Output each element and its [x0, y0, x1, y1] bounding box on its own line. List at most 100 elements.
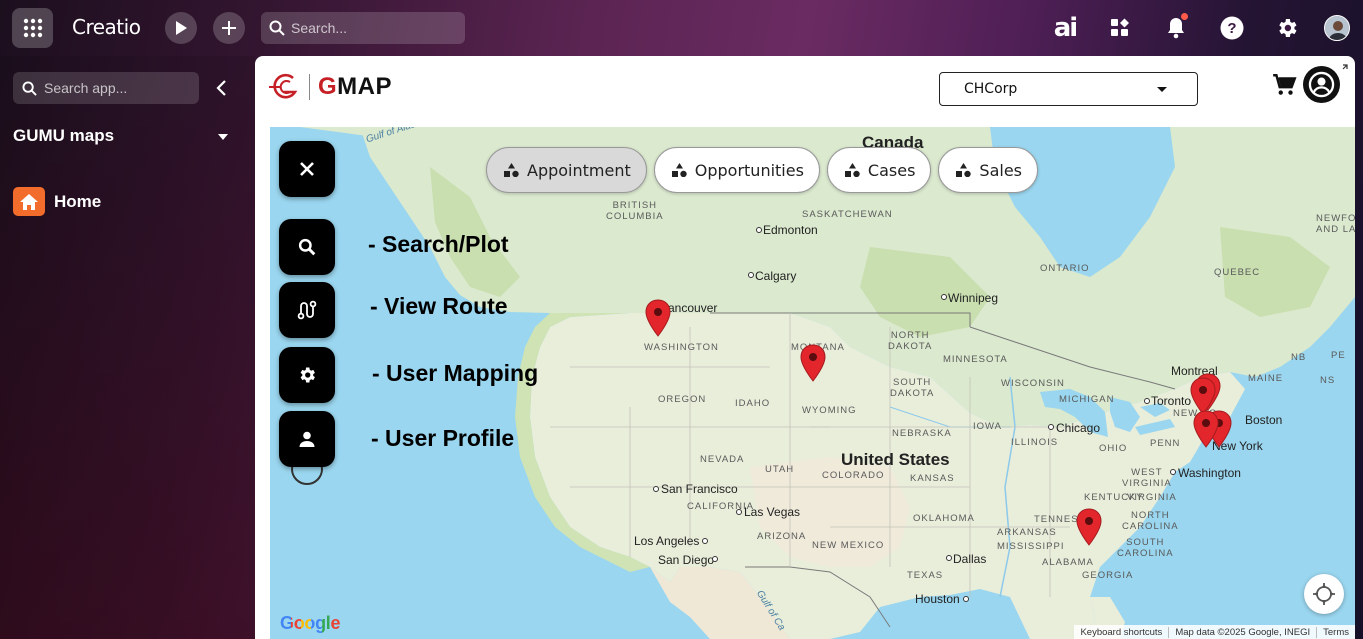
city-dot-edmonton: [756, 227, 762, 233]
label-san-diego: San Diego: [658, 553, 715, 567]
creatio-logo[interactable]: Creatio: [72, 15, 141, 39]
cart-icon[interactable]: [1271, 72, 1297, 98]
label-nb: NB: [1291, 352, 1307, 363]
caret-down-icon[interactable]: [218, 134, 228, 140]
user-avatar[interactable]: [1324, 15, 1350, 41]
city-dot-toronto: [1144, 398, 1150, 404]
label-washington-dc: Washington: [1178, 466, 1241, 480]
label-south-carolina: SOUTH CAROLINA: [1117, 537, 1174, 559]
city-dot-dallas: [946, 555, 952, 561]
label-georgia: GEORGIA: [1082, 570, 1134, 581]
gear-icon: [1279, 19, 1297, 37]
keyboard-shortcuts-link[interactable]: Keyboard shortcuts: [1074, 627, 1168, 638]
label-quebec: QUEBEC: [1214, 267, 1261, 278]
label-virginia: VIRGINIA: [1127, 492, 1177, 503]
label-saskatchewan: SASKATCHEWAN: [802, 209, 893, 220]
label-san-francisco: San Francisco: [661, 482, 738, 496]
run-process-button[interactable]: [165, 12, 197, 44]
main-panel: GMAP CHCorp Canada United States Gulf of…: [255, 56, 1355, 639]
label-las-vegas: Las Vegas: [744, 505, 801, 519]
section-title[interactable]: GUMU maps: [13, 126, 114, 146]
close-menu-button[interactable]: [279, 141, 335, 197]
label-pei: PE: [1331, 350, 1346, 361]
label-ns: NS: [1320, 375, 1336, 386]
city-dot-houston: [963, 596, 969, 602]
svg-text:?: ?: [1227, 20, 1236, 37]
label-wisconsin: WISCONSIN: [1001, 378, 1065, 389]
gmap-logo-icon: [269, 73, 298, 99]
chip-opportunities[interactable]: Opportunities: [653, 147, 820, 193]
close-icon: [300, 162, 314, 176]
account-button[interactable]: [1303, 66, 1340, 103]
view-route-button[interactable]: [279, 282, 335, 338]
notification-badge: [1181, 13, 1188, 20]
appointment-pin[interactable]: [799, 344, 827, 382]
chip-sales[interactable]: Sales: [938, 147, 1039, 193]
label-penn: PENN: [1150, 438, 1181, 449]
label-kansas: KANSAS: [910, 473, 955, 484]
label-wyoming: WYOMING: [802, 405, 857, 416]
notifications-button[interactable]: [1160, 12, 1192, 44]
map-attribution: Keyboard shortcuts Map data ©2025 Google…: [1074, 625, 1355, 639]
help-button[interactable]: ?: [1216, 12, 1248, 44]
sidebar: GUMU maps Home: [0, 56, 255, 639]
label-west-virginia: WEST VIRGINIA: [1122, 467, 1172, 489]
ai-button[interactable]: ai: [1049, 12, 1081, 44]
appointment-pin[interactable]: [644, 299, 672, 337]
app-launcher-button[interactable]: [12, 8, 53, 48]
label-arizona: ARIZONA: [757, 531, 807, 542]
app-search[interactable]: [13, 72, 199, 104]
map-canvas[interactable]: Canada United States Gulf of Alaska Gulf…: [270, 127, 1355, 639]
chip-appointment[interactable]: Appointment: [486, 147, 647, 193]
play-icon: [176, 21, 187, 35]
global-search[interactable]: [261, 12, 465, 44]
city-dot-calgary: [748, 272, 754, 278]
search-plot-button[interactable]: [279, 219, 335, 275]
label-iowa: IOWA: [973, 421, 1002, 432]
top-bar: Creatio ai ?: [0, 0, 1363, 56]
person-icon: [299, 431, 315, 447]
label-edmonton: Edmonton: [763, 223, 818, 237]
global-search-input[interactable]: [291, 20, 451, 36]
settings-button[interactable]: [1271, 12, 1303, 44]
account-circle-icon: [1308, 71, 1335, 98]
label-vancouver: ancouver: [668, 301, 718, 315]
appointment-pin[interactable]: [1192, 410, 1220, 448]
label-nevada: NEVADA: [700, 454, 745, 465]
terms-link[interactable]: Terms: [1316, 626, 1355, 638]
user-mapping-button[interactable]: [279, 347, 335, 403]
record-type-chips: Appointment Opportunities Cases Sales: [486, 147, 1039, 193]
app-search-input[interactable]: [44, 80, 194, 96]
expand-icon[interactable]: [1338, 64, 1348, 74]
chip-cases[interactable]: Cases: [826, 147, 932, 193]
label-united-states: United States: [841, 450, 950, 469]
bell-icon: [1168, 18, 1184, 39]
shapes-icon: [671, 163, 687, 177]
search-plot-label: - Search/Plot: [368, 231, 509, 257]
search-icon: [22, 80, 37, 96]
label-washington: WASHINGTON: [644, 342, 719, 353]
label-ontario: ONTARIO: [1040, 263, 1090, 274]
org-select[interactable]: CHCorp: [939, 72, 1198, 106]
label-maine: MAINE: [1248, 373, 1284, 384]
city-dot-san-diego: [712, 556, 718, 562]
user-profile-button[interactable]: [279, 411, 335, 467]
label-houston: Houston: [915, 592, 960, 606]
city-dot-las-vegas: [736, 509, 742, 515]
ai-icon: ai: [1053, 13, 1079, 43]
label-nebraska: NEBRASKA: [892, 428, 952, 439]
label-dallas: Dallas: [953, 552, 987, 566]
collapse-sidebar-icon[interactable]: [212, 78, 232, 98]
add-button[interactable]: [213, 12, 245, 44]
search-icon: [269, 20, 285, 36]
route-icon: [297, 300, 317, 320]
label-calgary: Calgary: [755, 269, 797, 283]
label-newfoundland: NEWFOU AND LAB: [1316, 213, 1355, 235]
sidebar-item-home[interactable]: Home: [13, 187, 101, 216]
label-chicago: Chicago: [1056, 421, 1101, 435]
widgets-button[interactable]: [1104, 12, 1136, 44]
label-alabama: ALABAMA: [1042, 557, 1094, 568]
appointment-pin[interactable]: [1075, 508, 1103, 546]
my-location-button[interactable]: [1304, 574, 1344, 614]
city-dot-san-francisco: [653, 486, 659, 492]
